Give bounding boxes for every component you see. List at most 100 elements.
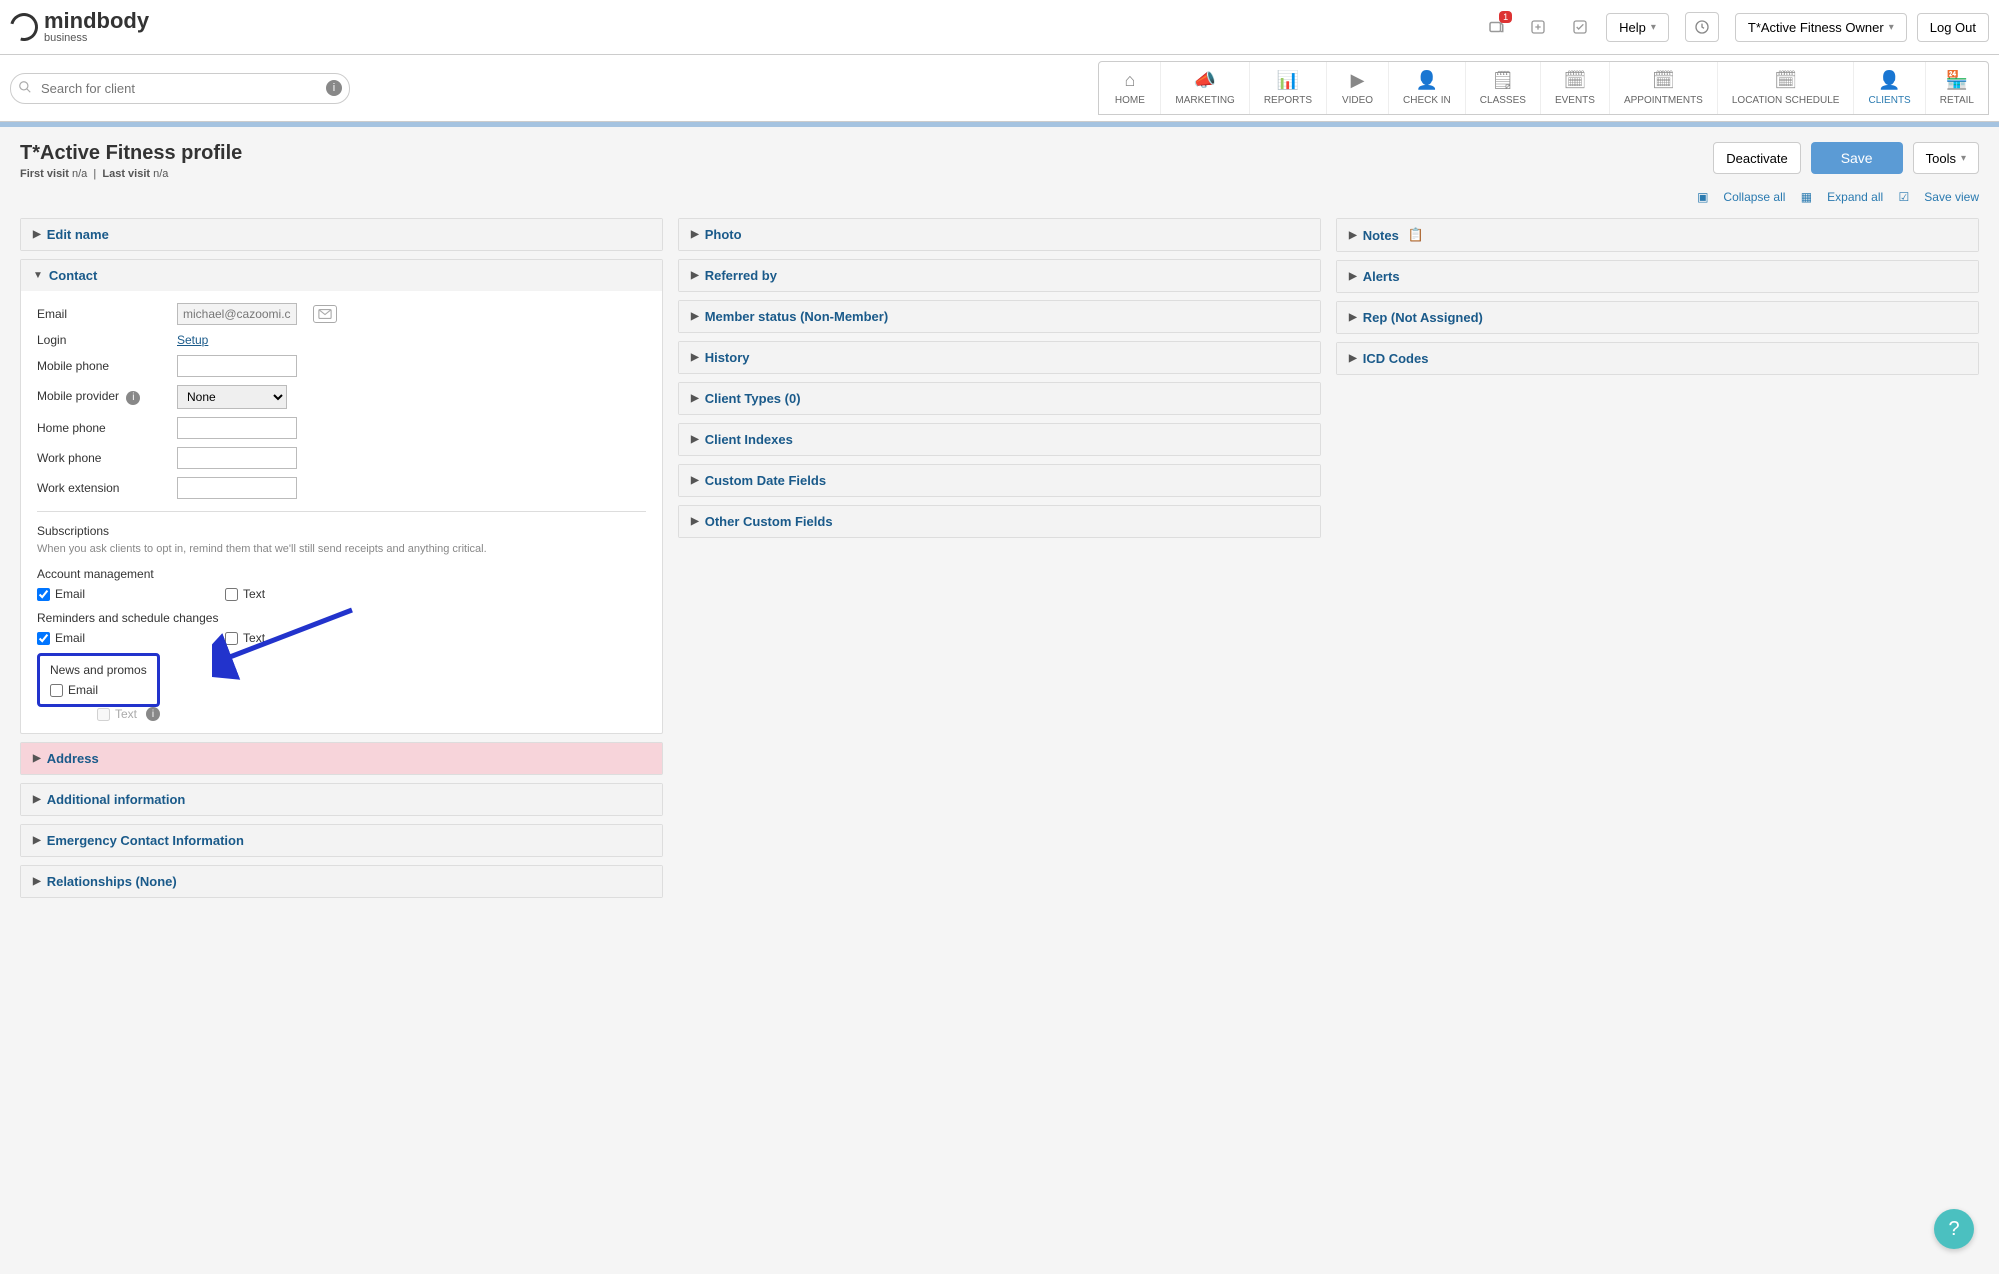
home-phone-field[interactable] bbox=[177, 417, 297, 439]
user-menu-button[interactable]: T*Active Fitness Owner ▾ bbox=[1735, 13, 1907, 42]
sec-address[interactable]: ▶Address bbox=[21, 743, 662, 774]
caret-right-icon: ▶ bbox=[1349, 230, 1357, 241]
sec-client-types[interactable]: ▶Client Types (0) bbox=[679, 383, 1320, 414]
sec-client-indexes[interactable]: ▶Client Indexes bbox=[679, 424, 1320, 455]
notifications-icon[interactable]: 1 bbox=[1486, 17, 1506, 37]
caret-right-icon: ▶ bbox=[33, 876, 41, 887]
notification-badge: 1 bbox=[1499, 11, 1512, 23]
sec-member-status[interactable]: ▶Member status (Non-Member) bbox=[679, 301, 1320, 332]
play-icon: ▶ bbox=[1341, 70, 1374, 91]
subscriptions-header: Subscriptions bbox=[37, 524, 646, 538]
nav-home[interactable]: ⌂HOME bbox=[1099, 62, 1161, 114]
store-icon: 🏪 bbox=[1940, 70, 1974, 91]
info-icon[interactable]: i bbox=[326, 80, 342, 96]
save-button[interactable]: Save bbox=[1811, 142, 1903, 174]
caret-right-icon: ▶ bbox=[1349, 353, 1357, 364]
mobile-phone-field[interactable] bbox=[177, 355, 297, 377]
nav-classes[interactable]: 🗒CLASSES bbox=[1466, 62, 1541, 114]
reminders-label: Reminders and schedule changes bbox=[37, 611, 646, 625]
save-view[interactable]: ☑ Save view bbox=[1899, 190, 1979, 204]
login-setup-link[interactable]: Setup bbox=[177, 333, 208, 347]
collapse-all[interactable]: ▣ Collapse all bbox=[1697, 190, 1785, 204]
subscriptions-desc: When you ask clients to opt in, remind t… bbox=[37, 542, 646, 557]
logout-button[interactable]: Log Out bbox=[1917, 13, 1989, 42]
calendar-icon: 🗓 bbox=[1624, 70, 1703, 91]
mobile-phone-label: Mobile phone bbox=[37, 359, 167, 373]
news-text-checkbox bbox=[97, 708, 110, 721]
chevron-down-icon: ▾ bbox=[1961, 153, 1966, 164]
sec-notes[interactable]: ▶Notes📋 bbox=[1337, 219, 1978, 251]
nav-checkin[interactable]: 👤CHECK IN bbox=[1389, 62, 1466, 114]
sec-referred[interactable]: ▶Referred by bbox=[679, 260, 1320, 291]
page-title: T*Active Fitness profile bbox=[20, 142, 242, 165]
help-fab[interactable]: ? bbox=[1934, 1209, 1974, 1249]
nav-video[interactable]: ▶VIDEO bbox=[1327, 62, 1389, 114]
grid-icon[interactable] bbox=[1528, 17, 1548, 37]
sec-emergency[interactable]: ▶Emergency Contact Information bbox=[21, 825, 662, 856]
sec-additional[interactable]: ▶Additional information bbox=[21, 784, 662, 815]
login-label: Login bbox=[37, 333, 167, 347]
sec-photo[interactable]: ▶Photo bbox=[679, 219, 1320, 250]
sec-other-custom[interactable]: ▶Other Custom Fields bbox=[679, 506, 1320, 537]
nav-marketing[interactable]: 📣MARKETING bbox=[1161, 62, 1249, 114]
expand-all[interactable]: ▦ Expand all bbox=[1801, 190, 1883, 204]
logo-sub: business bbox=[44, 32, 149, 44]
caret-down-icon: ▼ bbox=[33, 270, 43, 281]
check-icon[interactable] bbox=[1570, 17, 1590, 37]
reminders-text-checkbox[interactable] bbox=[225, 632, 238, 645]
home-phone-label: Home phone bbox=[37, 421, 167, 435]
sec-edit-name[interactable]: ▶Edit name bbox=[21, 219, 662, 250]
help-button[interactable]: Help ▾ bbox=[1606, 13, 1669, 42]
acct-text-checkbox[interactable] bbox=[225, 588, 238, 601]
person-icon: 👤 bbox=[1403, 70, 1451, 91]
caret-right-icon: ▶ bbox=[1349, 271, 1357, 282]
nav-reports[interactable]: 📊REPORTS bbox=[1250, 62, 1327, 114]
caret-right-icon: ▶ bbox=[691, 516, 699, 527]
nav-appointments[interactable]: 🗓APPOINTMENTS bbox=[1610, 62, 1718, 114]
megaphone-icon: 📣 bbox=[1175, 70, 1234, 91]
nav-clients[interactable]: 👤CLIENTS bbox=[1854, 62, 1925, 114]
sec-rep[interactable]: ▶Rep (Not Assigned) bbox=[1337, 302, 1978, 333]
client-search: i bbox=[10, 73, 350, 104]
main-nav: ⌂HOME 📣MARKETING 📊REPORTS ▶VIDEO 👤CHECK … bbox=[1098, 61, 1989, 115]
deactivate-button[interactable]: Deactivate bbox=[1713, 142, 1800, 174]
nav-location-schedule[interactable]: 🗓LOCATION SCHEDULE bbox=[1718, 62, 1855, 114]
caret-right-icon: ▶ bbox=[691, 434, 699, 445]
info-icon[interactable]: i bbox=[146, 707, 160, 721]
search-input[interactable] bbox=[10, 73, 350, 104]
notes-badge-icon: 📋 bbox=[1408, 227, 1424, 243]
caret-right-icon: ▶ bbox=[691, 229, 699, 240]
work-phone-field[interactable] bbox=[177, 447, 297, 469]
acct-email-checkbox[interactable] bbox=[37, 588, 50, 601]
clock-icon[interactable] bbox=[1685, 12, 1719, 42]
app-logo: mindbody business bbox=[10, 10, 149, 44]
help-label: Help bbox=[1619, 20, 1646, 35]
caret-right-icon: ▶ bbox=[1349, 312, 1357, 323]
news-promos-highlight: News and promos Email bbox=[37, 653, 160, 707]
caret-right-icon: ▶ bbox=[691, 393, 699, 404]
info-icon[interactable]: i bbox=[126, 391, 140, 405]
nav-events[interactable]: 🗓EVENTS bbox=[1541, 62, 1610, 114]
envelope-icon[interactable] bbox=[313, 305, 337, 323]
home-icon: ⌂ bbox=[1113, 70, 1146, 91]
sec-history[interactable]: ▶History bbox=[679, 342, 1320, 373]
caret-right-icon: ▶ bbox=[691, 475, 699, 486]
tools-button[interactable]: Tools ▾ bbox=[1913, 142, 1979, 174]
reminders-email-checkbox[interactable] bbox=[37, 632, 50, 645]
work-ext-field[interactable] bbox=[177, 477, 297, 499]
search-icon bbox=[18, 80, 32, 97]
sec-icd[interactable]: ▶ICD Codes bbox=[1337, 343, 1978, 374]
caret-right-icon: ▶ bbox=[33, 794, 41, 805]
sec-contact[interactable]: ▼Contact bbox=[21, 260, 662, 291]
calendar-icon: 🗓 bbox=[1555, 70, 1595, 91]
news-label: News and promos bbox=[50, 663, 147, 677]
nav-retail[interactable]: 🏪RETAIL bbox=[1926, 62, 1988, 114]
sec-custom-dates[interactable]: ▶Custom Date Fields bbox=[679, 465, 1320, 496]
news-email-checkbox[interactable] bbox=[50, 684, 63, 697]
mobile-provider-select[interactable]: None bbox=[177, 385, 287, 409]
sec-relationships[interactable]: ▶Relationships (None) bbox=[21, 866, 662, 897]
sec-alerts[interactable]: ▶Alerts bbox=[1337, 261, 1978, 292]
caret-right-icon: ▶ bbox=[691, 270, 699, 281]
chevron-down-icon: ▾ bbox=[1651, 22, 1656, 33]
email-field[interactable] bbox=[177, 303, 297, 325]
